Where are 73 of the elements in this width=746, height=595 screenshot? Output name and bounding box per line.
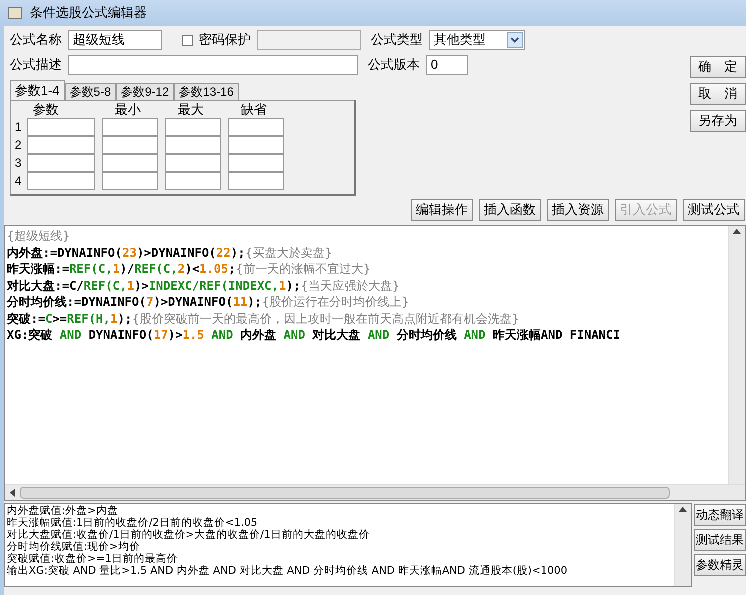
dialog-button[interactable]: 编辑操作 [411,199,473,221]
tab[interactable]: 参数13-16 [174,83,239,100]
horizontal-scrollbar[interactable] [5,484,745,500]
field-label: 公式版本 [368,56,421,74]
tab[interactable]: 参数9-12 [116,83,174,100]
param-input[interactable] [228,154,284,172]
param-input[interactable] [102,172,158,190]
scroll-thumb[interactable] [20,486,670,498]
vertical-scrollbar[interactable] [728,226,745,484]
dialog-button[interactable]: 测试结果 [694,529,746,551]
column-header: 最小 [115,102,142,118]
tab[interactable]: 参数5-8 [64,83,116,100]
param-input[interactable] [102,136,158,154]
row-number: 2 [15,137,23,154]
param-input[interactable] [27,172,95,190]
row-number: 1 [15,119,23,136]
vertical-scrollbar[interactable] [674,504,691,586]
param-input[interactable] [27,136,95,154]
dialog-button[interactable]: 确 定 [690,56,746,78]
row-number: 4 [15,173,23,190]
param-input[interactable] [165,154,221,172]
output-line: 昨天涨幅赋值:1日前的收盘价/2日前的收盘价<1.05 [7,517,258,529]
field-label: 公式类型 [371,31,424,50]
code-line: XG:突破 AND DYNAINFO(17)>1.5 AND 内外盘 AND 对比大盘 AND 分时均价线 AND 昨天涨幅AND FINANCI [7,327,620,344]
dialog-button[interactable]: 动态翻译 [694,504,746,526]
column-header: 缺省 [241,102,268,118]
chevron-down-icon [507,32,523,48]
param-input[interactable] [165,136,221,154]
arrow-up-icon [733,229,741,234]
param-input[interactable] [27,118,95,136]
output-line: 输出XG:突破 AND 量比>1.5 AND 内外盘 AND 对比大盘 AND 分时均价线 AND 昨天涨幅AND 流通股本(股)<1000 [7,565,568,577]
dialog-button[interactable]: 参数精灵 [694,554,746,576]
param-input[interactable] [165,118,221,136]
tab[interactable]: 参数1-4 [10,80,65,100]
code-line: 对比大盘:=C/REF(C,1)>INDEXC/REF(INDEXC,1);{当天应强於大盘} [7,278,400,294]
code-line: 内外盘:=DYNAINFO(23)>DYNAINFO(22);{买盘大於卖盘} [7,244,333,261]
dialog-button[interactable]: 插入函数 [479,199,541,221]
name-field[interactable]: 超级短线 [68,30,162,50]
code-line: 昨天涨幅:=REF(C,1)/REF(C,2)<1.05;{前一天的涨幅不宜过大} [7,261,371,278]
output-line: 内外盘赋值:外盘>内盘 [7,505,118,517]
code-line: {超级短线} [7,228,70,244]
password-checkbox[interactable] [182,34,193,46]
code-line: 分时均价线:=DYNAINFO(7)>DYNAINFO(11);{股价运行在分时均价线上} [7,294,410,310]
param-input[interactable] [102,118,158,136]
row-number: 3 [15,155,23,172]
column-header: 参数 [33,102,60,118]
version-field[interactable]: 0 [426,55,468,75]
field-label: 公式名称 [10,31,63,50]
param-input[interactable] [228,118,284,136]
output-line: 对比大盘赋值:收盘价/1日前的收盘价>大盘的收盘价/1日前的大盘的收盘价 [7,529,370,541]
param-input[interactable] [228,136,284,154]
arrow-left-icon [10,488,15,496]
output-line: 分时均价线赋值:现价>均价 [7,541,140,553]
param-input[interactable] [165,172,221,190]
param-input[interactable] [102,154,158,172]
param-input[interactable] [27,154,95,172]
dialog-button[interactable]: 插入资源 [547,199,609,221]
password-field[interactable] [257,30,361,50]
param-input[interactable] [228,172,284,190]
dialog-button[interactable]: 另存为 [690,110,746,132]
output-line: 突破赋值:收盘价>=1日前的最高价 [7,553,178,565]
checkbox-label: 密码保护 [199,31,251,50]
arrow-up-icon [679,507,687,512]
app-icon [8,7,22,19]
window-title: 条件选股公式编辑器 [30,4,147,22]
field-label: 公式描述 [10,56,63,74]
code-editor[interactable] [4,225,746,501]
dialog-button[interactable]: 取 消 [690,83,746,105]
column-header: 最大 [178,102,205,118]
description-field[interactable] [68,55,358,75]
type-dropdown[interactable]: 其他类型 [429,30,525,50]
code-line: 突破:=C>=REF(H,1);{股价突破前一天的最高价，因上攻时一般在前天高点附近都有机会洗盘} [7,310,520,327]
dialog-button[interactable]: 测试公式 [683,199,745,221]
